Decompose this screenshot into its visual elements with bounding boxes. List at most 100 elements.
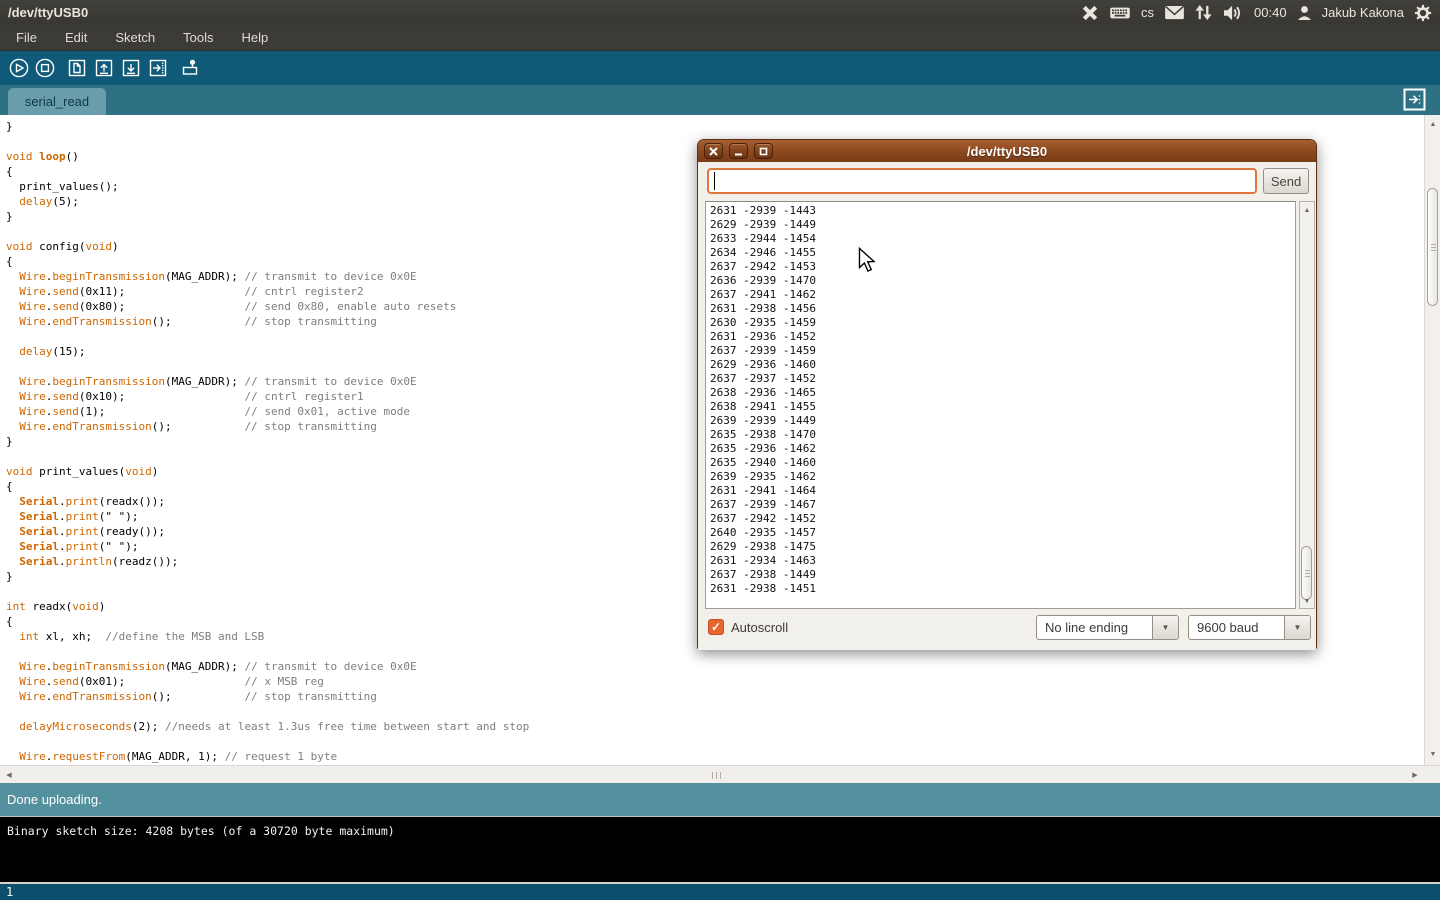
serial-window-title: /dev/ttyUSB0 [698, 144, 1316, 159]
system-tray: cs 00:40 Jakub Kakona [1081, 4, 1440, 22]
serial-line: 2637 -2942 -1453 [710, 260, 1295, 274]
serial-line: 2639 -2935 -1462 [710, 470, 1295, 484]
status-message: Done uploading. [7, 792, 102, 807]
volume-icon[interactable] [1222, 4, 1244, 22]
serial-line: 2631 -2934 -1463 [710, 554, 1295, 568]
serial-line: 2629 -2936 -1460 [710, 358, 1295, 372]
tab-bar: serial_read [0, 85, 1440, 115]
serial-scrollbar-thumb[interactable] [1301, 546, 1312, 600]
serial-line: 2638 -2936 -1465 [710, 386, 1295, 400]
close-icon[interactable] [704, 143, 723, 159]
serial-send-input[interactable] [707, 168, 1257, 194]
status-bar: Done uploading. [0, 783, 1440, 816]
toolbar [0, 51, 1440, 85]
code-line: Wire.endTransmission(); // stop transmit… [6, 689, 1424, 704]
serial-line: 2633 -2944 -1454 [710, 232, 1295, 246]
scroll-up-arrow[interactable]: ▲ [1300, 203, 1314, 217]
tab-label: serial_read [25, 94, 89, 109]
stop-button[interactable] [34, 57, 56, 79]
line-ending-dropdown[interactable]: No line ending ▼ [1036, 615, 1179, 640]
editor-horizontal-scrollbar[interactable]: ◀ ▶ [0, 765, 1440, 783]
text-caret [714, 172, 715, 190]
serial-monitor-window: /dev/ttyUSB0 Send 2631 -2939 -14432629 -… [697, 139, 1317, 650]
code-line [6, 734, 1424, 749]
code-line: Wire.requestFrom(MAG_ADDR, 1); // reques… [6, 749, 1424, 764]
code-line: } [6, 119, 1424, 134]
line-number-bar: 1 [0, 882, 1440, 900]
verify-button[interactable] [8, 57, 30, 79]
user-icon [1297, 5, 1312, 21]
chevron-down-icon[interactable]: ▼ [1152, 616, 1178, 639]
serial-line: 2635 -2936 -1462 [710, 442, 1295, 456]
menu-item-file[interactable]: File [2, 26, 51, 49]
save-sketch-button[interactable] [120, 57, 142, 79]
code-line [6, 704, 1424, 719]
new-sketch-button[interactable] [66, 57, 88, 79]
code-line: delayMicroseconds(2); //needs at least 1… [6, 719, 1424, 734]
code-line: Wire.beginTransmission(MAG_ADDR); // tra… [6, 659, 1424, 674]
menu-item-edit[interactable]: Edit [51, 26, 101, 49]
serial-window-titlebar[interactable]: /dev/ttyUSB0 [698, 140, 1316, 162]
scroll-right-arrow[interactable]: ▶ [1408, 766, 1422, 784]
serial-window-body: Send 2631 -2939 -14432629 -2939 -1449263… [698, 162, 1316, 650]
power-gear-icon[interactable] [1414, 4, 1432, 22]
menu-item-help[interactable]: Help [227, 26, 282, 49]
clock[interactable]: 00:40 [1254, 5, 1287, 20]
baud-rate-value: 9600 baud [1189, 616, 1284, 639]
serial-line: 2639 -2939 -1449 [710, 414, 1295, 428]
serial-line: 2638 -2941 -1455 [710, 400, 1295, 414]
serial-line: 2631 -2936 -1452 [710, 330, 1295, 344]
autoscroll-label: Autoscroll [731, 620, 788, 635]
serial-line: 2629 -2938 -1475 [710, 540, 1295, 554]
serial-line: 2636 -2939 -1470 [710, 274, 1295, 288]
serial-line: 2637 -2939 -1459 [710, 344, 1295, 358]
upload-button[interactable] [147, 57, 169, 79]
keyboard-icon[interactable] [1109, 5, 1131, 21]
open-sketch-button[interactable] [93, 57, 115, 79]
mail-icon[interactable] [1164, 5, 1185, 20]
scroll-up-arrow[interactable]: ▲ [1425, 117, 1440, 131]
updown-arrows-icon[interactable] [1195, 4, 1212, 21]
pinwheel-icon[interactable] [1081, 4, 1099, 22]
user-name[interactable]: Jakub Kakona [1322, 5, 1404, 20]
editor-scrollbar-thumb[interactable] [1427, 188, 1438, 306]
serial-line: 2631 -2941 -1464 [710, 484, 1295, 498]
editor-vertical-scrollbar[interactable]: ▲ ▼ [1424, 115, 1440, 765]
scroll-down-arrow[interactable]: ▼ [1425, 747, 1440, 761]
serial-scrollbar[interactable]: ▲ ▼ [1299, 201, 1315, 609]
code-line: Wire.send(0x01); // x MSB reg [6, 674, 1424, 689]
chevron-down-icon[interactable]: ▼ [1284, 616, 1310, 639]
send-button[interactable]: Send [1263, 168, 1309, 194]
console-output: Binary sketch size: 4208 bytes (of a 307… [0, 816, 1440, 882]
scroll-left-arrow[interactable]: ◀ [2, 766, 16, 784]
current-line-number: 1 [6, 885, 13, 899]
serial-line: 2634 -2946 -1455 [710, 246, 1295, 260]
menu-item-tools[interactable]: Tools [169, 26, 227, 49]
serial-line: 2635 -2940 -1460 [710, 456, 1295, 470]
serial-line: 2637 -2938 -1449 [710, 568, 1295, 582]
serial-line: 2640 -2935 -1457 [710, 526, 1295, 540]
serial-line: 2637 -2939 -1467 [710, 498, 1295, 512]
menu-item-sketch[interactable]: Sketch [101, 26, 169, 49]
serial-line: 2629 -2939 -1449 [710, 218, 1295, 232]
scroll-down-arrow[interactable]: ▼ [1300, 594, 1314, 608]
serial-monitor-button[interactable] [179, 57, 201, 79]
maximize-icon[interactable] [754, 143, 773, 159]
console-message: Binary sketch size: 4208 bytes (of a 307… [7, 824, 1440, 838]
serial-line: 2631 -2938 -1451 [710, 582, 1295, 596]
mouse-cursor [857, 247, 877, 278]
keyboard-layout-indicator[interactable]: cs [1141, 5, 1154, 20]
serial-line: 2637 -2937 -1452 [710, 372, 1295, 386]
window-title: /dev/ttyUSB0 [8, 5, 88, 20]
minimize-icon[interactable] [729, 143, 748, 159]
serial-line: 2635 -2938 -1470 [710, 428, 1295, 442]
autoscroll-checkbox[interactable]: ✓ [708, 619, 724, 635]
serial-output-area[interactable]: 2631 -2939 -14432629 -2939 -14492633 -29… [705, 201, 1296, 609]
serial-line: 2637 -2942 -1452 [710, 512, 1295, 526]
baud-rate-dropdown[interactable]: 9600 baud ▼ [1188, 615, 1311, 640]
serial-line: 2631 -2938 -1456 [710, 302, 1295, 316]
menubar: FileEditSketchToolsHelp [0, 25, 1440, 51]
serial-line: 2631 -2939 -1443 [710, 204, 1295, 218]
tab-menu-button[interactable] [1403, 88, 1426, 111]
tab-serial-read[interactable]: serial_read [8, 88, 106, 115]
